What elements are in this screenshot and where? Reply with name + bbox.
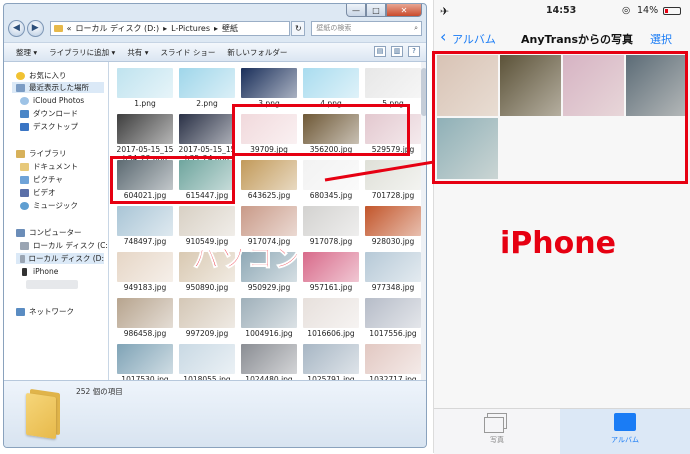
orientation-lock-icon: ◎ (622, 5, 631, 16)
highlight-box-iphone-photos (432, 51, 688, 184)
photos-tab-icon (484, 413, 507, 433)
iphone-label: iPhone (500, 226, 616, 261)
nav-title: AnyTransからの写真 (521, 33, 634, 46)
back-button[interactable]: アルバム (452, 31, 496, 47)
battery-icon (663, 7, 681, 15)
clock: 14:53 (546, 5, 577, 16)
ios-nav-bar: ‹ アルバム AnyTransからの写真 選択 (434, 27, 690, 50)
select-button[interactable]: 選択 (650, 31, 672, 47)
ios-tab-bar: 写真 アルバム (434, 408, 690, 454)
back-chevron-icon[interactable]: ‹ (440, 27, 446, 46)
tab-photos[interactable]: 写真 (474, 413, 520, 445)
airplane-icon: ✈ (440, 5, 450, 18)
ios-status-bar: ✈ 14:53 ◎ 14% (434, 0, 690, 24)
tab-albums[interactable]: アルバム (602, 413, 648, 445)
albums-tab-icon (614, 413, 636, 431)
battery-percent: 14% (637, 5, 659, 16)
